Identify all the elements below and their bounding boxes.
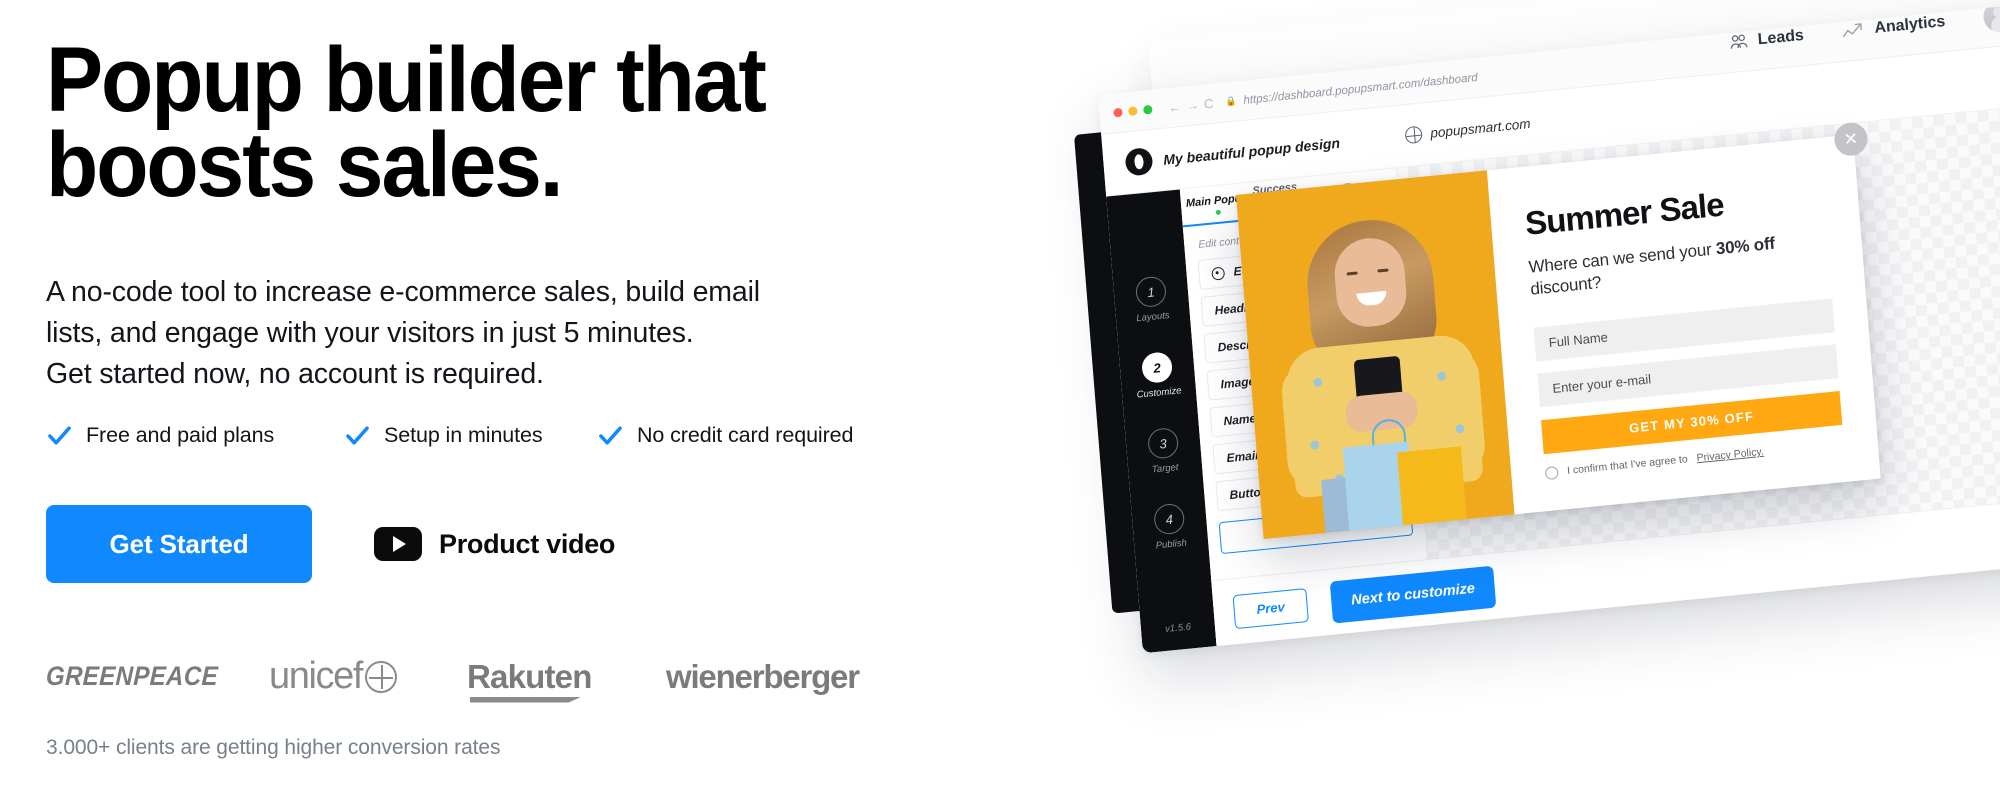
site-domain-chip[interactable]: popupsmart.com bbox=[1404, 115, 1532, 145]
check-icon bbox=[346, 426, 369, 445]
logo-rakuten: Rakuten bbox=[467, 658, 622, 696]
step-label: Layouts bbox=[1135, 310, 1170, 325]
headline-line-1: Popup builder that bbox=[46, 29, 767, 131]
lock-icon: 🔒 bbox=[1224, 95, 1237, 107]
logo-greenpeace: GREENPEACE bbox=[45, 660, 219, 692]
unicef-globe-icon bbox=[365, 660, 398, 693]
maximize-traffic-light[interactable] bbox=[1142, 104, 1153, 115]
step-number: 2 bbox=[1140, 351, 1174, 384]
step-number: 1 bbox=[1134, 275, 1168, 309]
consent-text: I confirm that I've agree to bbox=[1566, 453, 1689, 478]
play-icon bbox=[374, 527, 422, 561]
popupsmart-logo-icon bbox=[1124, 147, 1154, 177]
product-mockup: ←→C 🔒 https://dashboard.popupsmart.com/d… bbox=[1030, 0, 2000, 790]
feature-label: Setup in minutes bbox=[384, 423, 543, 447]
hero-page: Popup builder that boosts sales. A no-co… bbox=[0, 0, 2000, 790]
logo-unicef-text: unicef bbox=[269, 655, 363, 697]
feature-list: Free and paid plans Setup in minutes No … bbox=[46, 422, 853, 449]
nav-label-leads: Leads bbox=[1757, 26, 1805, 48]
step-label: Publish bbox=[1155, 537, 1188, 552]
site-domain-label: popupsmart.com bbox=[1429, 115, 1532, 141]
step-label: Target bbox=[1151, 461, 1179, 476]
hero-left-column: Popup builder that boosts sales. A no-co… bbox=[45, 0, 966, 790]
prev-button[interactable]: Prev bbox=[1232, 587, 1309, 629]
popup-image bbox=[1236, 170, 1515, 539]
next-to-customize-button[interactable]: Next to customize bbox=[1329, 565, 1497, 624]
step-number: 3 bbox=[1147, 426, 1180, 460]
feature-label: Free and paid plans bbox=[86, 423, 275, 447]
logo-unicef: unicef bbox=[269, 655, 434, 698]
navigation-icons[interactable]: ←→C bbox=[1168, 95, 1219, 115]
sidebar-step-publish[interactable]: 4 Publish bbox=[1153, 502, 1188, 552]
feature-label: No credit card required bbox=[637, 423, 854, 447]
privacy-policy-link[interactable]: Privacy Policy. bbox=[1696, 446, 1764, 465]
feature-item-free-and-paid-plans: Free and paid plans bbox=[46, 422, 344, 449]
gear-icon bbox=[1211, 266, 1226, 281]
sidebar-step-customize[interactable]: 2 Customize bbox=[1134, 350, 1182, 401]
check-icon bbox=[599, 426, 622, 445]
consent-checkbox[interactable] bbox=[1544, 465, 1559, 481]
client-logo-row: GREENPEACE unicef Rakuten wienerberger bbox=[45, 655, 860, 698]
page-title: Popup builder that boosts sales. bbox=[46, 29, 883, 216]
subtext-line-2: lists, and engage with your visitors in … bbox=[46, 317, 694, 350]
sidebar-step-layouts[interactable]: 1 Layouts bbox=[1133, 275, 1170, 324]
product-video-link[interactable]: Product video bbox=[374, 527, 615, 561]
popup-subtitle-post: discount? bbox=[1529, 273, 1602, 300]
feature-item-no-credit-card-required: No credit card required bbox=[597, 422, 853, 449]
product-video-label: Product video bbox=[439, 528, 616, 559]
subtext-line-3: Get started now, no account is required. bbox=[46, 358, 544, 391]
sidebar-step-target[interactable]: 3 Target bbox=[1147, 426, 1181, 476]
status-dot bbox=[1215, 209, 1221, 215]
popup-subtitle: Where can we send your 30% off discount? bbox=[1528, 228, 1830, 302]
project-name: My beautiful popup design bbox=[1162, 134, 1341, 168]
trending-up-icon bbox=[1843, 22, 1863, 37]
step-number: 4 bbox=[1153, 502, 1186, 536]
minimize-traffic-light[interactable] bbox=[1128, 106, 1138, 117]
logo-wienerberger: wienerberger bbox=[666, 657, 860, 695]
get-started-button[interactable]: Get Started bbox=[46, 505, 312, 583]
cta-row: Get Started Product video bbox=[46, 505, 615, 583]
version-label: v1.5.6 bbox=[1164, 621, 1192, 635]
clients-note: 3.000+ clients are getting higher conver… bbox=[46, 736, 501, 759]
headline-line-2: boosts sales. bbox=[46, 113, 564, 216]
popup-preview-card: ✕ Summer Sale Where can we send your 30%… bbox=[1236, 121, 1881, 539]
hero-subtext: A no-code tool to increase e-commerce sa… bbox=[46, 272, 866, 395]
popup-content: ✕ Summer Sale Where can we send your 30%… bbox=[1487, 121, 1881, 514]
popup-subtitle-pre: Where can we send your bbox=[1527, 239, 1717, 277]
step-label: Customize bbox=[1136, 385, 1182, 401]
subtext-line-1: A no-code tool to increase e-commerce sa… bbox=[46, 276, 760, 308]
popup-title: Summer Sale bbox=[1523, 185, 1725, 242]
check-icon bbox=[48, 426, 71, 445]
popup-subtitle-bold: 30% off bbox=[1715, 233, 1776, 259]
traffic-lights bbox=[1113, 104, 1153, 118]
feature-item-setup-in-minutes: Setup in minutes bbox=[344, 422, 597, 449]
close-traffic-light[interactable] bbox=[1113, 107, 1123, 118]
globe-icon bbox=[1404, 125, 1424, 145]
people-icon bbox=[1730, 34, 1748, 49]
